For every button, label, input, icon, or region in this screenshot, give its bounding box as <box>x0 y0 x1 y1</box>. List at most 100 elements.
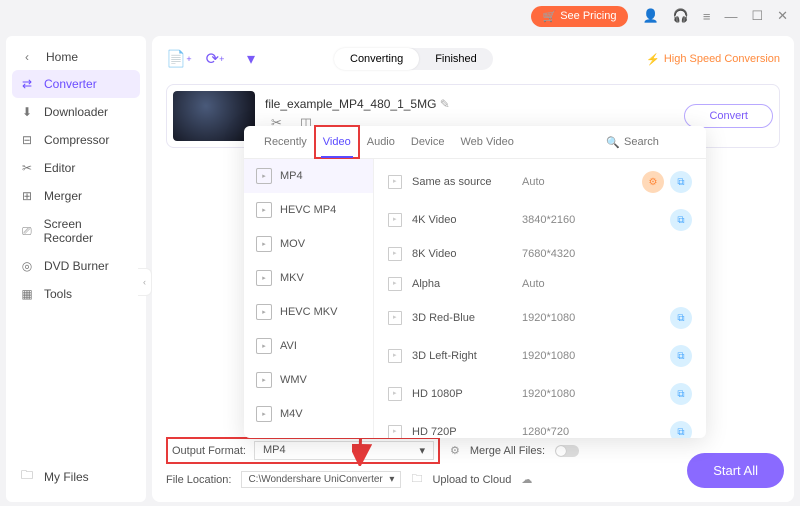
search-icon: 🔍 <box>606 136 620 149</box>
format-icon: ▸ <box>256 304 272 320</box>
preset-icon <box>388 349 402 363</box>
output-format-select[interactable]: MP4 ▾ <box>254 441 434 460</box>
format-item[interactable]: ▸MKV <box>244 261 373 295</box>
lightning-icon: ⚡ <box>646 53 660 66</box>
format-icon: ▸ <box>256 270 272 286</box>
preset-item[interactable]: 4K Video3840*2160⧉ <box>374 201 706 239</box>
format-item[interactable]: ▸WMV <box>244 363 373 397</box>
sidebar-item-screen-recorder[interactable]: ⎚ Screen Recorder <box>12 210 140 252</box>
sidebar-item-tools[interactable]: ▦ Tools <box>12 280 140 308</box>
preset-resolution: 1920*1080 <box>522 350 612 362</box>
preset-item[interactable]: Same as sourceAuto⚙⧉ <box>374 163 706 201</box>
preset-list: Same as sourceAuto⚙⧉4K Video3840*2160⧉8K… <box>374 159 706 438</box>
maximize-icon[interactable]: ☐ <box>751 8 763 24</box>
sidebar-item-dvd-burner[interactable]: ◎ DVD Burner <box>12 252 140 280</box>
format-list: ▸MP4▸HEVC MP4▸MOV▸MKV▸HEVC MKV▸AVI▸WMV▸M… <box>244 159 374 438</box>
compressor-icon: ⊟ <box>20 133 34 147</box>
preset-icon <box>388 213 402 227</box>
dropdown-search[interactable]: 🔍 <box>606 136 694 149</box>
edit-name-icon[interactable]: ✎ <box>440 97 450 111</box>
gear-icon[interactable]: ⚙ <box>642 171 664 193</box>
preset-resolution: 1920*1080 <box>522 312 612 324</box>
preset-item[interactable]: HD 720P1280*720⧉ <box>374 413 706 438</box>
sidebar-item-label: Downloader <box>44 105 108 119</box>
cart-icon: 🛒 <box>543 10 557 23</box>
tab-converting[interactable]: Converting <box>334 48 419 70</box>
merge-toggle[interactable] <box>555 445 579 457</box>
dropdown-tab-device[interactable]: Device <box>403 126 453 158</box>
preset-icon <box>388 425 402 438</box>
sidebar-item-converter[interactable]: ⇄ Converter <box>12 70 140 98</box>
preset-resolution: 3840*2160 <box>522 214 612 226</box>
add-folder-button[interactable]: ⟳+ <box>202 46 228 72</box>
preset-item[interactable]: 3D Red-Blue1920*1080⧉ <box>374 299 706 337</box>
add-file-button[interactable]: 📄+ <box>166 46 192 72</box>
start-all-button[interactable]: Start All <box>687 453 784 488</box>
dropdown-chevron-icon[interactable]: ▾ <box>238 46 264 72</box>
menu-icon[interactable]: ≡ <box>703 9 711 24</box>
preset-name: Alpha <box>412 278 512 290</box>
preset-item[interactable]: HD 1080P 1920*1080 ⧉ <box>374 375 706 413</box>
format-item[interactable]: ▸AVI <box>244 329 373 363</box>
minimize-icon[interactable]: — <box>724 9 737 24</box>
dropdown-tab-audio[interactable]: Audio <box>359 126 403 158</box>
file-location-value: C:\Wondershare UniConverter <box>248 474 382 485</box>
format-icon: ▸ <box>256 236 272 252</box>
sidebar-item-compressor[interactable]: ⊟ Compressor <box>12 126 140 154</box>
sidebar-item-downloader[interactable]: ⬇ Downloader <box>12 98 140 126</box>
copy-icon[interactable]: ⧉ <box>670 209 692 231</box>
merger-icon: ⊞ <box>20 189 34 203</box>
preset-icon <box>388 175 402 189</box>
video-thumbnail[interactable] <box>173 91 255 141</box>
account-icon[interactable]: 👤 <box>642 8 658 24</box>
output-format-label: Output Format: <box>172 445 246 457</box>
preset-name: HD 1080P <box>412 388 512 400</box>
sidebar-collapse-handle[interactable]: ‹ <box>138 268 152 296</box>
preset-name: 3D Left-Right <box>412 350 512 362</box>
format-item[interactable]: ▸M4V <box>244 397 373 431</box>
convert-button[interactable]: Convert <box>684 104 773 128</box>
preset-resolution: 1920*1080 <box>522 388 612 400</box>
format-item[interactable]: ▸HEVC MP4 <box>244 193 373 227</box>
format-label: M4V <box>280 408 303 420</box>
high-speed-conversion-button[interactable]: ⚡ High Speed Conversion <box>646 53 780 66</box>
format-item[interactable]: ▸MOV <box>244 227 373 261</box>
dropdown-tab-video[interactable]: Video <box>315 126 359 158</box>
copy-icon[interactable]: ⧉ <box>670 171 692 193</box>
copy-icon[interactable]: ⧉ <box>670 383 692 405</box>
preset-item[interactable]: AlphaAuto <box>374 269 706 299</box>
dropdown-tab-web-video[interactable]: Web Video <box>453 126 522 158</box>
search-input[interactable] <box>624 136 694 148</box>
home-link[interactable]: ‹ Home <box>12 44 140 70</box>
open-folder-icon[interactable]: 🗀 <box>411 470 422 489</box>
copy-icon[interactable]: ⧉ <box>670 307 692 329</box>
format-item[interactable]: ▸HEVC MKV <box>244 295 373 329</box>
preset-item[interactable]: 3D Left-Right 1920*1080 ⧉ <box>374 337 706 375</box>
preset-name: Same as source <box>412 176 512 188</box>
see-pricing-button[interactable]: 🛒 See Pricing <box>531 6 629 27</box>
screen-recorder-icon: ⎚ <box>20 224 34 239</box>
preset-icon <box>388 277 402 291</box>
upload-label: Upload to Cloud <box>432 474 511 486</box>
sidebar-item-label: My Files <box>44 470 89 484</box>
format-icon: ▸ <box>256 168 272 184</box>
sidebar-item-merger[interactable]: ⊞ Merger <box>12 182 140 210</box>
dropdown-tab-recently[interactable]: Recently <box>256 126 315 158</box>
sidebar-item-my-files[interactable]: 🗀 My Files <box>12 459 140 494</box>
merge-label: Merge All Files: <box>470 445 545 457</box>
format-icon: ▸ <box>256 372 272 388</box>
format-label: AVI <box>280 340 297 352</box>
file-location-select[interactable]: C:\Wondershare UniConverter ▾ <box>241 471 401 488</box>
copy-icon[interactable]: ⧉ <box>670 345 692 367</box>
preset-item[interactable]: 8K Video7680*4320 <box>374 239 706 269</box>
support-icon[interactable]: 🎧 <box>673 8 689 24</box>
sidebar-item-label: Merger <box>44 189 82 203</box>
chevron-down-icon: ▾ <box>389 474 394 485</box>
close-icon[interactable]: ✕ <box>777 8 788 24</box>
cloud-icon[interactable]: ☁ <box>521 473 532 486</box>
settings-icon[interactable]: ⚙ <box>450 444 460 457</box>
format-item[interactable]: ▸MP4 <box>244 159 373 193</box>
copy-icon[interactable]: ⧉ <box>670 421 692 438</box>
sidebar-item-editor[interactable]: ✂ Editor <box>12 154 140 182</box>
tab-finished[interactable]: Finished <box>419 48 493 70</box>
